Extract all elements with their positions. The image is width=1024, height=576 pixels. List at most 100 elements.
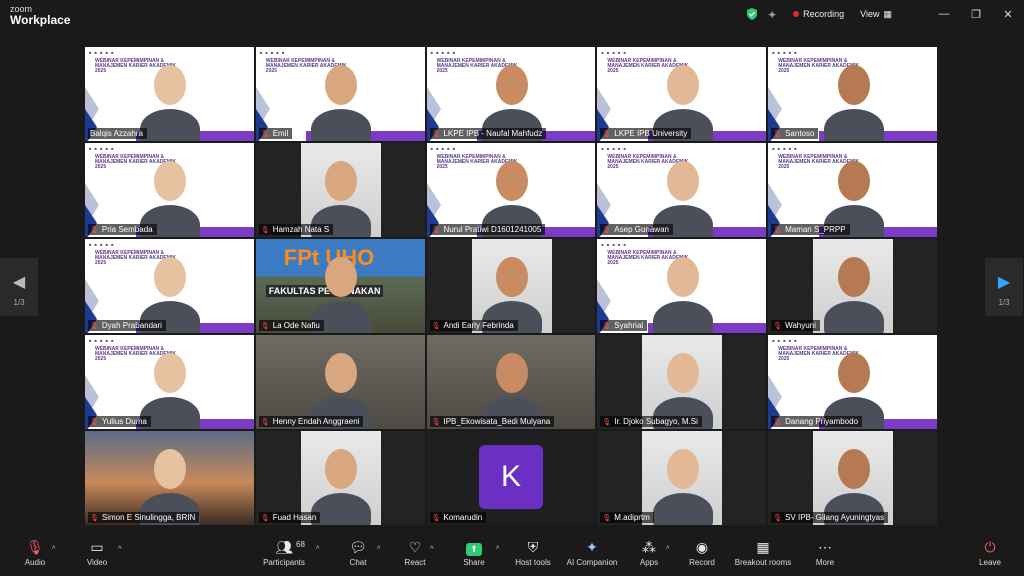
mic-muted-icon: 🎙︎ [431, 130, 441, 138]
video-label: Video [86, 558, 108, 567]
participant-tile[interactable]: 🎙︎ Ir. Djoko Subagyo, M.Si [597, 335, 767, 429]
sparkle-icon[interactable]: ✦ [767, 8, 779, 22]
sponsor-logos: ■ ■ ■ ■ ■ [772, 146, 798, 151]
participant-name: Henny Endah Anggraeni [272, 417, 360, 426]
chat-options-caret[interactable]: ^ [377, 546, 380, 553]
participant-tile[interactable]: ■ ■ ■ ■ ■ WEBINAR KEPEMIMPINAN & MANAJEME… [85, 143, 254, 237]
participant-tile[interactable]: ■ ■ ■ ■ ■ WEBINAR KEPEMIMPINAN & MANAJEME… [597, 239, 767, 333]
participant-tile[interactable]: ■ ■ ■ ■ ■ WEBINAR KEPEMIMPINAN & MANAJEME… [426, 47, 596, 141]
minimize-button[interactable]: — [928, 8, 960, 20]
mic-muted-icon: 🎙︎ [602, 130, 612, 138]
participant-tile[interactable]: 🎙︎ Simon E Sinulingga, BRIN [85, 431, 254, 525]
participant-tile[interactable]: 🎙︎ IPB_Ekowisata_Bedi Mulyana [426, 335, 596, 429]
breakout-rooms-button[interactable]: ▦ Breakout rooms [730, 538, 796, 567]
participant-tile[interactable]: ■ ■ ■ ■ ■ WEBINAR KEPEMIMPINAN & MANAJEME… [597, 143, 767, 237]
title-bar: zoom Workplace ✦ Recording View ▦ — ❐ ✕ [0, 0, 1024, 28]
shield-icon[interactable] [745, 7, 759, 21]
participant-tile[interactable]: ■ ■ ■ ■ ■ WEBINAR KEPEMIMPINAN & MANAJEME… [768, 335, 937, 429]
participant-face [666, 161, 699, 201]
video-grid: ■ ■ ■ ■ ■ WEBINAR KEPEMIMPINAN & MANAJEME… [85, 47, 939, 527]
participant-name-label: 🎙︎ Asep Gunawan [600, 224, 673, 235]
chat-label: Chat [349, 558, 367, 567]
participant-body [652, 301, 713, 333]
video-button[interactable]: ▭ Video [69, 538, 125, 567]
share-button[interactable]: ⬆ Share [446, 538, 502, 567]
participant-face [837, 161, 870, 201]
ai-companion-button[interactable]: ✦ AI Companion [562, 538, 622, 567]
participant-face [837, 449, 870, 489]
mic-muted-icon: 🎙︎ [260, 130, 270, 138]
mic-muted-icon: 🎙︎ [90, 514, 99, 522]
participant-name-label: 🎙︎ SV IPB- Gilang Ayuningtyas [771, 512, 889, 523]
participant-tile[interactable]: ■ ■ ■ ■ ■ WEBINAR KEPEMIMPINAN & MANAJEME… [768, 47, 937, 141]
host-shield-icon: ⛨ [527, 539, 539, 555]
participant-tile[interactable]: FPt UHO FAKULTAS PETERNAKAN 🎙︎ La Ode Nafiu [255, 239, 425, 333]
participant-tile[interactable]: 🎙︎ M.adiprtm [597, 431, 767, 525]
sponsor-logos: ■ ■ ■ ■ ■ [89, 242, 115, 247]
mic-muted-icon: 🎙︎ [431, 226, 441, 234]
close-button[interactable]: ✕ [992, 8, 1024, 21]
participant-face [495, 257, 528, 297]
participant-name-label: 🎙︎ Fuad Hasan [258, 512, 321, 523]
grid-view-icon[interactable]: ▦ [883, 9, 892, 20]
react-options-caret[interactable]: ^ [430, 546, 433, 553]
participant-name: Hamzah Nata S [272, 225, 330, 234]
participant-name: Maman S_PRPP [785, 225, 846, 234]
participant-tile[interactable]: 🎙︎ Hamzah Nata S [255, 143, 425, 237]
participant-name-label: 🎙︎ Dyah Prabandari [88, 320, 166, 331]
sponsor-logos: ■ ■ ■ ■ ■ [601, 242, 627, 247]
participant-tile[interactable]: ■ ■ ■ ■ ■ WEBINAR KEPEMIMPINAN & MANAJEME… [597, 47, 767, 141]
sponsor-logos: ■ ■ ■ ■ ■ [430, 146, 457, 151]
restore-button[interactable]: ❐ [960, 8, 992, 21]
participants-button[interactable]: 👥︎ 68 Participants [256, 538, 312, 567]
mic-muted-icon: 🎙︎ [773, 322, 783, 330]
participant-name-label: 🎙︎ Hamzah Nata S [258, 224, 334, 235]
participant-tile[interactable]: ■ ■ ■ ■ ■ WEBINAR KEPEMIMPINAN & MANAJEME… [85, 47, 254, 141]
chevron-left-icon: ◀ [12, 274, 26, 291]
participant-face [837, 353, 870, 393]
react-button[interactable]: ♡ React [387, 538, 443, 567]
participant-name-label: 🎙︎ Andi Early Febrinda [429, 320, 518, 331]
participant-name: Emil [272, 129, 289, 138]
video-options-caret[interactable]: ^ [118, 546, 121, 553]
record-button[interactable]: ◉ Record [674, 538, 730, 567]
next-page-button[interactable]: ▶ 1/3 [985, 258, 1023, 316]
sponsor-logos: ■ ■ ■ ■ ■ [89, 146, 115, 151]
recording-label[interactable]: Recording [803, 9, 844, 19]
participant-tile[interactable]: ■ ■ ■ ■ ■ WEBINAR KEPEMIMPINAN & MANAJEME… [426, 143, 596, 237]
breakout-rooms-label: Breakout rooms [734, 558, 792, 567]
host-tools-button[interactable]: ⛨ Host tools [505, 538, 561, 567]
mic-muted-icon: 🎙︎ [773, 130, 783, 138]
participant-face [154, 449, 187, 489]
record-icon: ◉ [695, 539, 709, 555]
more-button[interactable]: ⋯ More [797, 538, 853, 567]
participant-tile[interactable]: ■ ■ ■ ■ ■ WEBINAR KEPEMIMPINAN & MANAJEME… [255, 47, 425, 141]
participant-tile[interactable]: 🎙︎ SV IPB- Gilang Ayuningtyas [768, 431, 937, 525]
view-button[interactable]: View [860, 9, 879, 19]
participant-name-label: 🎙︎ M.adiprtm [600, 512, 654, 523]
participant-name-label: 🎙︎ Ir. Djoko Subagyo, M.Si [600, 416, 702, 427]
participant-face [837, 65, 870, 105]
leave-label: Leave [979, 558, 1001, 567]
participant-tile[interactable]: ■ ■ ■ ■ ■ WEBINAR KEPEMIMPINAN & MANAJEME… [85, 239, 254, 333]
participants-options-caret[interactable]: ^ [316, 546, 319, 553]
mic-muted-icon: 🎙︎ [431, 418, 441, 426]
participant-tile[interactable]: 🎙︎ Fuad Hasan [255, 431, 425, 525]
participant-tile[interactable]: 🎙︎ Andi Early Febrinda [426, 239, 596, 333]
sponsor-logos: ■ ■ ■ ■ ■ [430, 50, 457, 55]
participant-tile[interactable]: ■ ■ ■ ■ ■ WEBINAR KEPEMIMPINAN & MANAJEME… [85, 335, 254, 429]
ai-companion-label: AI Companion [566, 558, 618, 567]
participant-tile[interactable]: 🎙︎ Wahyuni [768, 239, 937, 333]
ai-sparkle-icon: ✦ [586, 539, 598, 555]
participant-tile[interactable]: ■ ■ ■ ■ ■ WEBINAR KEPEMIMPINAN & MANAJEME… [768, 143, 937, 237]
leave-button[interactable]: ⏻ Leave [962, 538, 1018, 567]
audio-options-caret[interactable]: ^ [52, 546, 55, 553]
previous-page-button[interactable]: ◀ 1/3 [0, 258, 38, 316]
share-label: Share [463, 558, 485, 567]
apps-options-caret[interactable]: ^ [666, 546, 669, 553]
participant-name-label: 🎙︎ Yulius Duma [88, 416, 151, 427]
participant-tile[interactable]: K 🎙︎ Komarudin [426, 431, 596, 525]
share-options-caret[interactable]: ^ [496, 546, 499, 553]
participant-tile[interactable]: 🎙︎ Henny Endah Anggraeni [255, 335, 425, 429]
participant-face [325, 65, 358, 105]
